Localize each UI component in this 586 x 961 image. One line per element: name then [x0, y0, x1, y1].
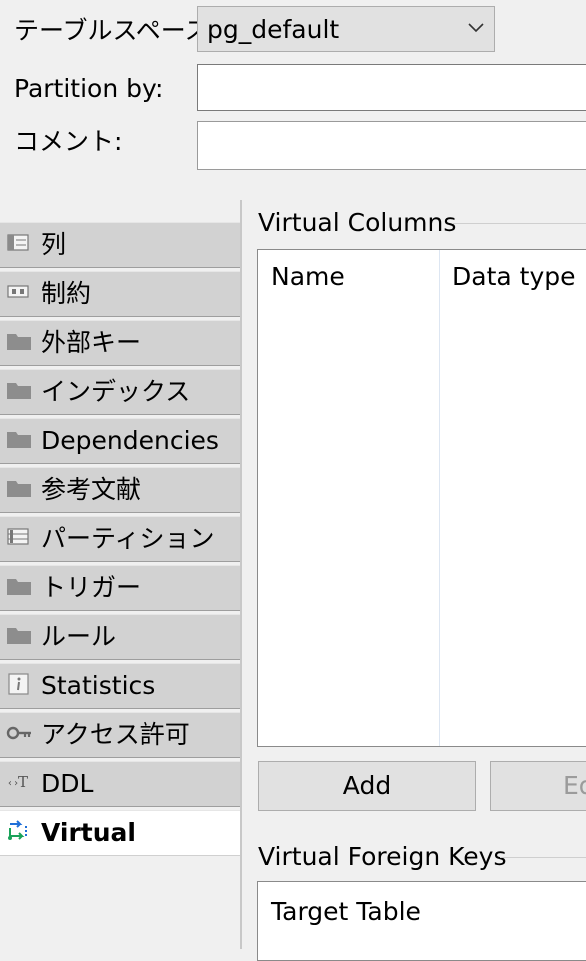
partition-input[interactable]: [197, 64, 586, 111]
tablespace-select[interactable]: pg_default: [197, 6, 495, 52]
info-icon: [8, 673, 29, 695]
tab-label: Virtual: [41, 818, 136, 847]
column-header-data-type[interactable]: Data type: [452, 262, 576, 292]
partition-icon: [7, 528, 29, 545]
chevron-down-icon: [468, 23, 484, 33]
group-border: [500, 857, 586, 858]
tab-statistics[interactable]: Statistics: [0, 663, 240, 709]
tab-label: 参考文献: [41, 475, 142, 504]
add-button[interactable]: Add: [258, 761, 476, 811]
comment-label: コメント:: [14, 127, 123, 156]
tab-permissions[interactable]: アクセス許可: [0, 712, 240, 758]
columns-icon: [7, 234, 29, 251]
edit-button[interactable]: Edit: [490, 761, 586, 811]
tab-dependencies[interactable]: Dependencies: [0, 418, 240, 464]
tab-label: DDL: [41, 769, 94, 798]
partition-label: Partition by:: [14, 74, 164, 103]
tab-label: トリガー: [41, 573, 142, 602]
folder-icon: [7, 383, 31, 399]
tab-label: 列: [41, 230, 67, 259]
virtual-foreign-keys-table[interactable]: Target Table: [257, 881, 586, 961]
column-header-target-table[interactable]: Target Table: [271, 897, 421, 927]
tab-label: パーティション: [41, 524, 215, 553]
group-border: [452, 223, 586, 224]
tab-strip: 列 制約 外部キー インデックス Dependencies 参考文献 パーティシ…: [0, 222, 242, 856]
tab-indexes[interactable]: インデックス: [0, 369, 240, 415]
virtual-icon: [8, 820, 27, 840]
permission-key-icon: [6, 726, 31, 740]
folder-icon: [7, 579, 31, 595]
folder-icon: [7, 334, 31, 350]
tab-label: ルール: [41, 622, 117, 651]
panel-divider[interactable]: [240, 200, 242, 949]
tab-virtual[interactable]: Virtual: [0, 810, 240, 856]
comment-input[interactable]: [197, 121, 586, 170]
tablespace-value: pg_default: [207, 15, 340, 44]
tab-rules[interactable]: ルール: [0, 614, 240, 660]
ddl-icon: ‹› T: [7, 773, 28, 791]
tab-label: Statistics: [41, 671, 156, 700]
tab-constraints[interactable]: 制約: [0, 271, 240, 317]
tab-columns[interactable]: 列: [0, 222, 240, 268]
tab-label: アクセス許可: [41, 720, 190, 749]
tab-references[interactable]: 参考文献: [0, 467, 240, 513]
tab-foreign-keys[interactable]: 外部キー: [0, 320, 240, 366]
tablespace-label: テーブルスペース:: [14, 16, 218, 45]
tab-triggers[interactable]: トリガー: [0, 565, 240, 611]
tab-label: インデックス: [41, 377, 191, 406]
folder-icon: [7, 628, 31, 644]
folder-icon: [7, 432, 31, 448]
tab-ddl[interactable]: ‹› T DDL: [0, 761, 240, 807]
svg-text:T: T: [18, 773, 28, 791]
column-header-name[interactable]: Name: [271, 262, 345, 292]
virtual-columns-table[interactable]: Name Data type: [257, 249, 586, 747]
folder-icon: [7, 481, 31, 497]
tab-partitions[interactable]: パーティション: [0, 516, 240, 562]
tab-label: 外部キー: [41, 328, 142, 357]
virtual-columns-title: Virtual Columns: [258, 208, 457, 237]
tab-label: Dependencies: [41, 426, 219, 455]
column-divider[interactable]: [439, 250, 440, 746]
virtual-foreign-keys-title: Virtual Foreign Keys: [258, 842, 507, 871]
key-icon: [7, 285, 29, 298]
tab-label: 制約: [41, 279, 92, 308]
